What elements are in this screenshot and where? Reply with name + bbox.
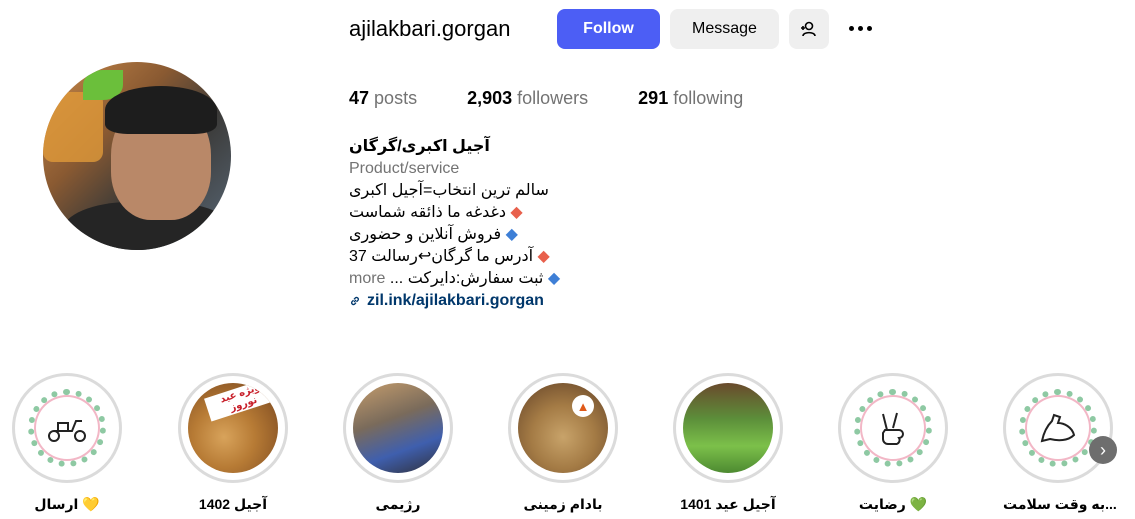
bio-line: ◆ فروش آنلاین و حضوری: [349, 226, 518, 243]
suggested-accounts-button[interactable]: [789, 9, 829, 49]
following-count[interactable]: 291 following: [638, 88, 743, 109]
orange-diamond-icon: ◆: [510, 204, 523, 221]
dot-icon: [857, 25, 863, 31]
floral-wreath-decoration: [854, 389, 932, 467]
dot-icon: [866, 25, 872, 31]
bio-category: Product/service: [349, 160, 460, 177]
highlight-item[interactable]: رضایت 💚: [838, 373, 948, 513]
blue-diamond-icon: ◆: [505, 226, 518, 243]
floral-wreath-decoration: [1019, 389, 1097, 467]
highlight-label: ارسال 💛: [34, 496, 100, 512]
blue-diamond-icon: ◆: [547, 270, 561, 287]
bio-external-link[interactable]: zil.ink/ajilakbari.gorgan: [349, 290, 609, 312]
highlight-label: رضایت 💚: [858, 496, 928, 512]
more-options-button[interactable]: [844, 18, 876, 38]
highlight-item[interactable]: ارسال 💛: [12, 373, 122, 513]
highlight-label: آجیل عید 1401: [680, 496, 776, 512]
bio-line: سالم ترین انتخاب=آجیل اکبری: [349, 182, 549, 199]
chevron-right-icon: ›: [1100, 439, 1106, 460]
message-button[interactable]: Message: [670, 9, 779, 49]
profile-username: ajilakbari.gorgan: [349, 16, 511, 41]
highlight-item[interactable]: رژیمی: [343, 373, 453, 513]
profile-avatar[interactable]: [43, 62, 231, 250]
nuts-photo: ویژه عید نوروز: [188, 383, 278, 473]
highlight-item[interactable]: آجیل عید 1401: [673, 373, 783, 513]
bio-name: آجیل اکبری/گرگان: [349, 138, 490, 155]
posts-count: 47 posts: [349, 88, 418, 108]
bio-line: ◆ ثبت سفارش:دایرکت ... more: [349, 270, 561, 287]
highlight-label: به وقت سلامت...: [1003, 496, 1117, 512]
highlight-label: رژیمی: [375, 496, 421, 512]
followers-count[interactable]: 2,903 followers: [467, 88, 588, 109]
boxes-photo: [683, 383, 773, 473]
follow-button[interactable]: Follow: [557, 9, 660, 49]
orange-diamond-icon: ◆: [537, 248, 550, 265]
highlight-label: بادام زمینی: [523, 496, 603, 512]
peanuts-photo: ▲: [518, 383, 608, 473]
highlight-label: آجیل 1402: [198, 496, 268, 512]
highlight-item[interactable]: ویژه عید نوروز آجیل 1402: [178, 373, 288, 513]
link-icon: [351, 296, 359, 306]
dot-icon: [848, 25, 854, 31]
bio-more-link[interactable]: more: [349, 270, 385, 287]
profile-stats: 47 posts 2,903 followers 291 following: [349, 88, 793, 109]
fire-icon: ▲: [572, 395, 594, 417]
avatar-hair: [105, 86, 217, 134]
bio-line: ◆ دغدغه ما ذائقه شماست: [349, 204, 523, 221]
floral-wreath-decoration: [28, 389, 106, 467]
highlights-next-button[interactable]: ›: [1089, 436, 1117, 464]
add-user-icon: [801, 21, 816, 37]
diet-bag-photo: [353, 383, 443, 473]
sticker-label: ویژه عید نوروز: [204, 383, 278, 422]
avatar-bg-sign: [43, 92, 103, 162]
bio-line: ◆ آدرس ما گرگان↩رسالت 37: [349, 248, 550, 265]
profile-bio: آجیل اکبری/گرگان Product/service سالم تر…: [349, 136, 609, 312]
highlight-item[interactable]: ▲ بادام زمینی: [508, 373, 618, 513]
